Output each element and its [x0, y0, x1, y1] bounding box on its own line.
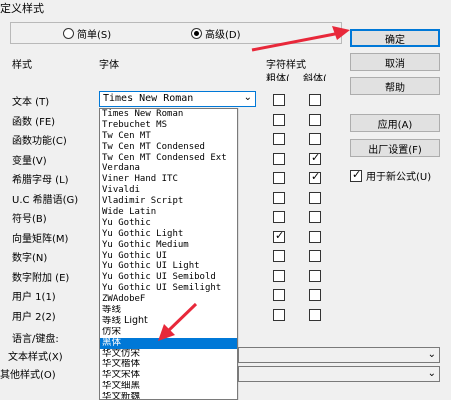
other-style-label: 其他样式(O) [0, 370, 56, 381]
italic-checkbox[interactable] [309, 250, 321, 262]
radio-simple[interactable]: 简单(S) [63, 26, 111, 41]
bold-checkbox[interactable] [273, 114, 285, 126]
style-row-label: 用户 2(2) [12, 312, 56, 323]
radio-simple-dot[interactable] [63, 28, 74, 39]
header-bold: 粗体(B) [266, 74, 290, 81]
style-row-label: 数字附加 (E) [12, 273, 70, 284]
style-row-label: 希腊字母 (L) [12, 175, 69, 186]
header-font: 字体 [99, 60, 119, 71]
font-list-item[interactable]: Tw Cen MT Condensed Ext [100, 153, 237, 164]
font-dropdown-list[interactable]: Times New Roman Trebuchet MS Tw Cen MT Tw C… [99, 108, 238, 400]
bold-checkbox[interactable] [273, 229, 285, 243]
ok-button[interactable]: 确定 [350, 29, 440, 47]
font-list-item[interactable]: Tw Cen MT [100, 131, 237, 142]
radio-advanced[interactable]: 高级(D) [191, 26, 241, 41]
bold-checkbox[interactable] [273, 94, 285, 106]
style-row-label: 数字(N) [12, 253, 48, 264]
radio-advanced-label: 高级(D) [205, 30, 241, 41]
italic-checkbox[interactable] [309, 270, 321, 282]
font-combo[interactable]: Times New Roman ⌄ [99, 91, 256, 107]
italic-checkbox[interactable] [309, 231, 321, 243]
cancel-button[interactable]: 取消 [350, 53, 440, 71]
other-style-combo[interactable]: ⌄ [238, 366, 440, 382]
bold-checkbox[interactable] [273, 133, 285, 145]
header-char-style: 字符样式 [266, 60, 306, 71]
chevron-down-icon[interactable]: ⌄ [428, 349, 436, 360]
apply-button[interactable]: 应用(A) [350, 114, 440, 132]
font-list-item[interactable]: Wide Latin [100, 207, 237, 218]
font-list-item[interactable]: 等线 [100, 305, 237, 316]
style-row-label: U.C 希腊语(G) [12, 195, 79, 206]
header-italic: 斜体(I) [303, 74, 327, 81]
font-list-item[interactable]: 等线 Light [100, 316, 237, 327]
text-style-label: 文本样式(X) [8, 352, 63, 363]
style-row-label: 符号(B) [12, 214, 47, 225]
font-list-item[interactable]: 华文新魏 [100, 392, 237, 399]
bold-checkbox[interactable] [273, 309, 285, 321]
font-list-item[interactable]: 黑体 [100, 337, 237, 349]
use-new-formula-option[interactable]: 用于新公式(U) [350, 168, 431, 183]
italic-checkbox[interactable] [309, 170, 321, 184]
italic-checkbox[interactable] [309, 192, 321, 204]
italic-checkbox[interactable] [309, 151, 321, 165]
use-new-formula-checkbox[interactable] [350, 168, 362, 182]
font-list-item[interactable]: ZWAdobeF [100, 294, 237, 305]
text-style-combo[interactable]: ⌄ [238, 347, 440, 363]
font-list-item[interactable]: Verdana [100, 163, 237, 174]
bold-checkbox[interactable] [273, 192, 285, 204]
style-row-label: 函数功能(C) [12, 136, 67, 147]
font-list-item[interactable]: Yu Gothic Light [100, 229, 237, 240]
font-list-item[interactable]: Times New Roman [100, 109, 237, 120]
factory-settings-button[interactable]: 出厂设置(F) [350, 139, 440, 157]
radio-simple-label: 简单(S) [77, 30, 112, 41]
bold-checkbox[interactable] [273, 270, 285, 282]
bold-checkbox[interactable] [273, 250, 285, 262]
italic-checkbox[interactable] [309, 289, 321, 301]
italic-checkbox[interactable] [309, 114, 321, 126]
font-list-item[interactable]: 华文楷体 [100, 359, 237, 370]
style-row-label: 向量矩阵(M) [12, 234, 69, 245]
font-list-item[interactable]: 华文细黑 [100, 381, 237, 392]
font-list-item[interactable]: Yu Gothic UI [100, 251, 237, 262]
italic-checkbox[interactable] [309, 94, 321, 106]
bold-checkbox[interactable] [273, 211, 285, 223]
header-style: 样式 [12, 60, 32, 71]
style-row-label: 文本 (T) [12, 97, 50, 108]
radio-advanced-dot[interactable] [191, 28, 202, 39]
font-list-item[interactable]: Vivaldi [100, 185, 237, 196]
chevron-down-icon[interactable]: ⌄ [244, 92, 252, 103]
font-list-item[interactable]: 华文仿宋 [100, 349, 237, 360]
italic-checkbox[interactable] [309, 309, 321, 321]
font-list-item[interactable]: Trebuchet MS [100, 120, 237, 131]
bold-checkbox[interactable] [273, 153, 285, 165]
font-list-item[interactable]: Yu Gothic UI Light [100, 261, 237, 272]
style-row-label: 变量(V) [12, 156, 47, 167]
dialog-title: 定义样式 [0, 2, 44, 15]
font-list-item[interactable]: Yu Gothic Medium [100, 240, 237, 251]
font-combo-value: Times New Roman [103, 93, 194, 104]
chevron-down-icon[interactable]: ⌄ [428, 368, 436, 379]
bold-checkbox[interactable] [273, 172, 285, 184]
italic-checkbox[interactable] [309, 211, 321, 223]
font-list-item[interactable]: Yu Gothic UI Semilight [100, 283, 237, 294]
style-row-label: 函数 (FE) [12, 117, 56, 128]
font-list-item[interactable]: 华文宋体 [100, 370, 237, 381]
language-keyboard-label: 语言/键盘: [12, 334, 59, 345]
help-button[interactable]: 帮助 [350, 77, 440, 95]
font-list-item[interactable]: 仿宋 [100, 327, 237, 338]
style-row-label: 用户 1(1) [12, 292, 56, 303]
font-list-item[interactable]: Vladimir Script [100, 196, 237, 207]
italic-checkbox[interactable] [309, 133, 321, 145]
mode-radio-group: 简单(S) 高级(D) [10, 22, 342, 44]
bold-checkbox[interactable] [273, 289, 285, 301]
font-list-item[interactable]: Yu Gothic UI Semibold [100, 272, 237, 283]
font-list-item[interactable]: Viner Hand ITC [100, 174, 237, 185]
use-new-formula-label: 用于新公式(U) [366, 172, 432, 183]
font-list-item[interactable]: Yu Gothic [100, 218, 237, 229]
font-list-item[interactable]: Tw Cen MT Condensed [100, 142, 237, 153]
